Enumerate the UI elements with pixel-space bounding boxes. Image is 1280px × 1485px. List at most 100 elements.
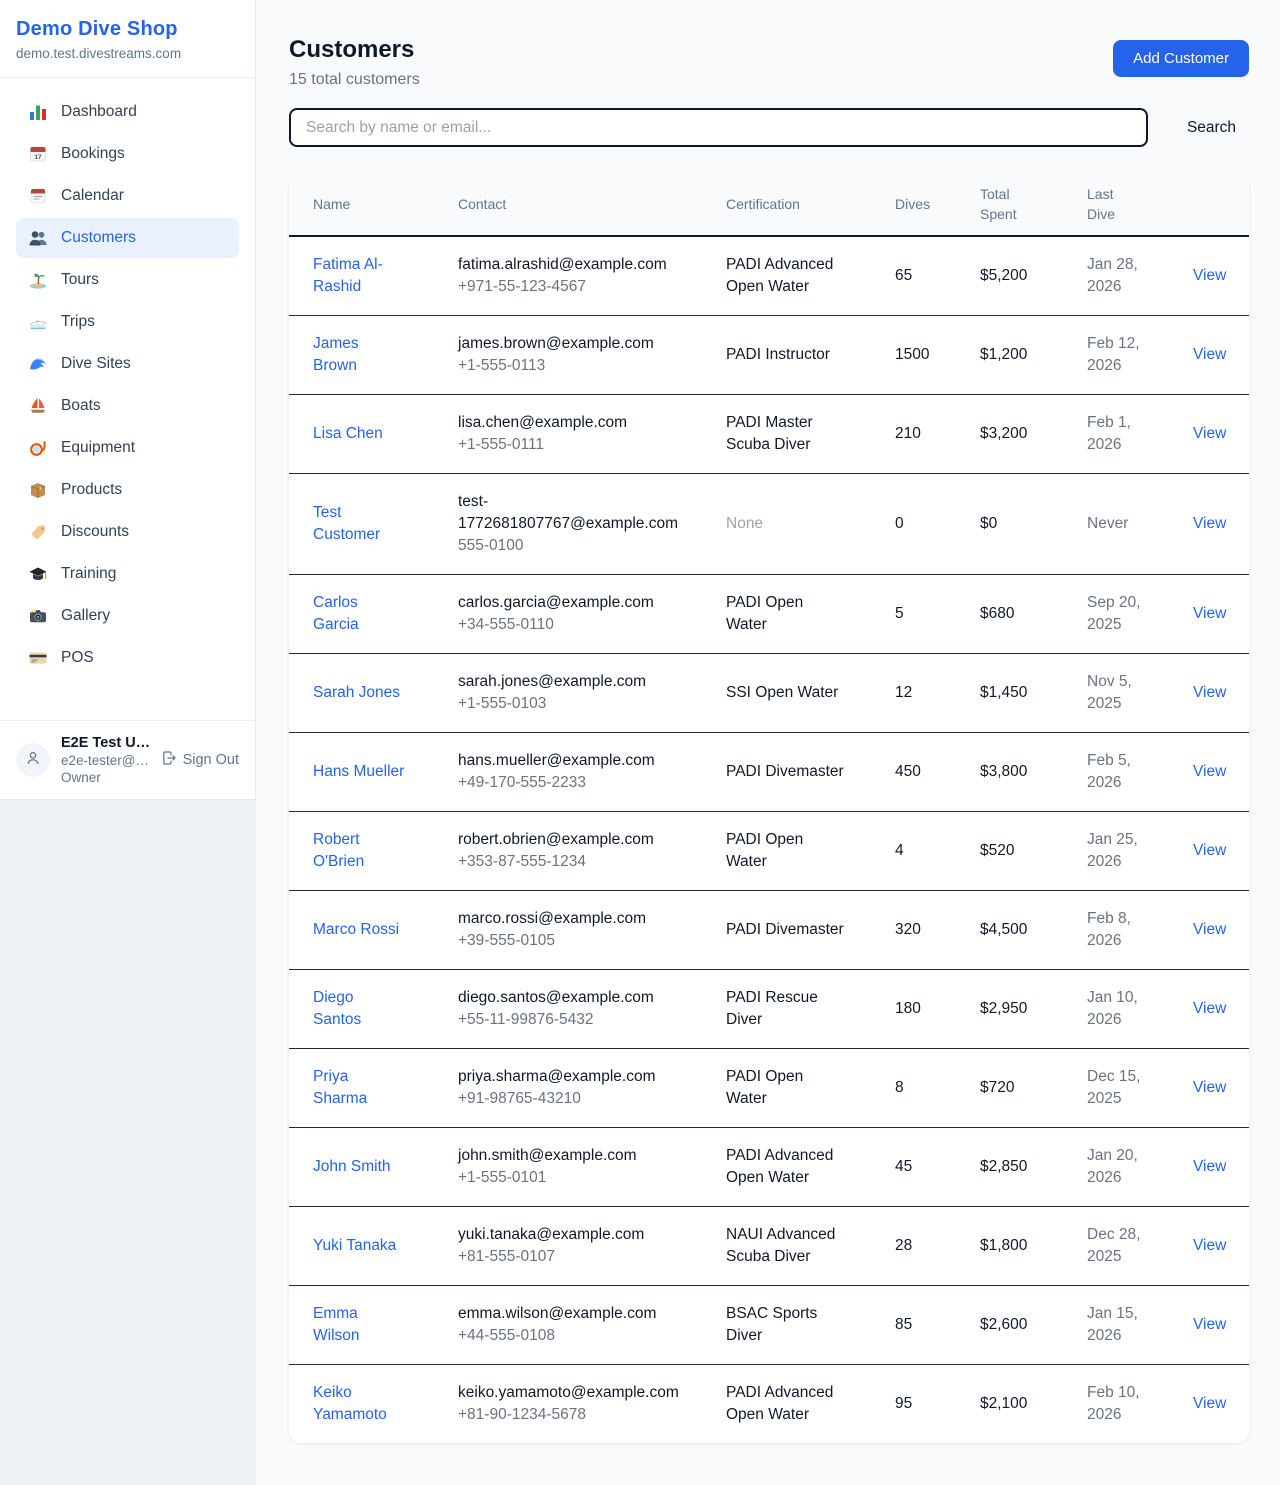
- customer-name-link[interactable]: Keiko Yamamoto: [313, 1384, 387, 1423]
- customer-name-link[interactable]: Emma Wilson: [313, 1305, 360, 1344]
- view-customer-link[interactable]: View: [1193, 515, 1226, 532]
- customer-last-dive: Jan 15, 2026: [1075, 1286, 1181, 1365]
- people-icon: [28, 228, 48, 248]
- customer-last-dive: Feb 1, 2026: [1075, 395, 1181, 474]
- user-info: E2E Test U… e2e-tester@… Owner: [61, 735, 150, 785]
- customer-name-link[interactable]: Marco Rossi: [313, 921, 399, 938]
- search-input[interactable]: [289, 108, 1148, 147]
- customer-name-link[interactable]: Lisa Chen: [313, 425, 383, 442]
- sidebar-item-dive-sites[interactable]: Dive Sites: [16, 344, 239, 384]
- customers-table-card: NameContactCertificationDivesTotal Spent…: [289, 173, 1249, 1443]
- sidebar-item-label: Gallery: [61, 607, 110, 625]
- sidebar-item-gallery[interactable]: Gallery: [16, 596, 239, 636]
- sidebar-item-label: Customers: [61, 229, 136, 247]
- table-row: Fatima Al-Rashid fatima.alrashid@example…: [289, 236, 1249, 316]
- customer-email: priya.sharma@example.com: [458, 1066, 704, 1088]
- customer-phone: +353-87-555-1234: [458, 851, 704, 873]
- customer-name-link[interactable]: Carlos Garcia: [313, 594, 359, 633]
- sidebar-item-label: POS: [61, 649, 94, 667]
- view-customer-link[interactable]: View: [1193, 763, 1226, 780]
- person-icon: [24, 749, 42, 772]
- calendar-date-icon: 17: [28, 144, 48, 164]
- sign-out-label: Sign Out: [183, 752, 239, 768]
- sidebar-item-trips[interactable]: Trips: [16, 302, 239, 342]
- customer-name-link[interactable]: Hans Mueller: [313, 763, 404, 780]
- view-customer-link[interactable]: View: [1193, 1237, 1226, 1254]
- sidebar-nav: Dashboard 17 Bookings Calendar Customers…: [0, 78, 255, 720]
- customer-last-dive: Jan 28, 2026: [1075, 236, 1181, 316]
- sidebar-item-label: Dive Sites: [61, 355, 131, 373]
- customer-phone: +91-98765-43210: [458, 1088, 704, 1110]
- customer-phone: +44-555-0108: [458, 1325, 704, 1347]
- customer-phone: +81-90-1234-5678: [458, 1404, 704, 1426]
- sidebar-item-label: Tours: [61, 271, 99, 289]
- table-row: Diego Santos diego.santos@example.com +5…: [289, 970, 1249, 1049]
- customer-certification: SSI Open Water: [726, 684, 838, 701]
- customer-name-link[interactable]: Test Customer: [313, 504, 380, 543]
- sidebar-item-tours[interactable]: Tours: [16, 260, 239, 300]
- customer-email: carlos.garcia@example.com: [458, 592, 704, 614]
- customer-name-link[interactable]: Yuki Tanaka: [313, 1237, 396, 1254]
- sidebar-item-boats[interactable]: Boats: [16, 386, 239, 426]
- customer-name-link[interactable]: Diego Santos: [313, 989, 361, 1028]
- customer-name-link[interactable]: James Brown: [313, 335, 359, 374]
- graduation-cap-icon: [28, 564, 48, 584]
- customer-name-link[interactable]: Sarah Jones: [313, 684, 400, 701]
- customer-certification: PADI Open Water: [726, 594, 803, 633]
- customer-name-link[interactable]: Robert O'Brien: [313, 831, 364, 870]
- customer-last-dive: Dec 15, 2025: [1075, 1049, 1181, 1128]
- sidebar-item-calendar[interactable]: Calendar: [16, 176, 239, 216]
- camera-icon: [28, 606, 48, 626]
- customers-table: NameContactCertificationDivesTotal Spent…: [289, 173, 1249, 1443]
- sidebar-item-dashboard[interactable]: Dashboard: [16, 92, 239, 132]
- sidebar-item-label: Training: [61, 565, 116, 583]
- sidebar-item-training[interactable]: Training: [16, 554, 239, 594]
- customer-name-link[interactable]: Fatima Al-Rashid: [313, 256, 383, 295]
- customer-total-spent: $2,600: [968, 1286, 1075, 1365]
- search-button[interactable]: Search: [1174, 111, 1249, 145]
- view-customer-link[interactable]: View: [1193, 425, 1226, 442]
- sidebar-item-label: Equipment: [61, 439, 135, 457]
- customer-last-dive: Jan 25, 2026: [1075, 812, 1181, 891]
- view-customer-link[interactable]: View: [1193, 1079, 1226, 1096]
- customer-name-link[interactable]: John Smith: [313, 1158, 391, 1175]
- sailboat-icon: [28, 396, 48, 416]
- customer-last-dive: Feb 5, 2026: [1075, 733, 1181, 812]
- customer-phone: +81-555-0107: [458, 1246, 704, 1268]
- add-customer-button[interactable]: Add Customer: [1113, 40, 1249, 77]
- customer-total-spent: $2,850: [968, 1128, 1075, 1207]
- calendar-pad-icon: [28, 186, 48, 206]
- view-customer-link[interactable]: View: [1193, 605, 1226, 622]
- view-customer-link[interactable]: View: [1193, 1158, 1226, 1175]
- customer-last-dive: Feb 8, 2026: [1075, 891, 1181, 970]
- view-customer-link[interactable]: View: [1193, 921, 1226, 938]
- customer-total-spent: $1,450: [968, 654, 1075, 733]
- main-content: Customers 15 total customers Add Custome…: [256, 0, 1280, 1485]
- customer-total-spent: $2,100: [968, 1365, 1075, 1444]
- table-row: James Brown james.brown@example.com +1-5…: [289, 316, 1249, 395]
- view-customer-link[interactable]: View: [1193, 267, 1226, 284]
- view-customer-link[interactable]: View: [1193, 1316, 1226, 1333]
- view-customer-link[interactable]: View: [1193, 346, 1226, 363]
- sidebar-item-discounts[interactable]: Discounts: [16, 512, 239, 552]
- customer-name-link[interactable]: Priya Sharma: [313, 1068, 367, 1107]
- customer-total-spent: $720: [968, 1049, 1075, 1128]
- sidebar-item-customers[interactable]: Customers: [16, 218, 239, 258]
- table-row: John Smith john.smith@example.com +1-555…: [289, 1128, 1249, 1207]
- sidebar-item-products[interactable]: Products: [16, 470, 239, 510]
- customer-certification: BSAC Sports Diver: [726, 1305, 817, 1344]
- column-header: Last Dive: [1075, 173, 1181, 236]
- sidebar-item-equipment[interactable]: Equipment: [16, 428, 239, 468]
- view-customer-link[interactable]: View: [1193, 842, 1226, 859]
- customer-dives: 28: [883, 1207, 968, 1286]
- sign-out-button[interactable]: Sign Out: [161, 750, 239, 770]
- sidebar-item-pos[interactable]: POS: [16, 638, 239, 678]
- sidebar-footer: E2E Test U… e2e-tester@… Owner Sign Out: [0, 720, 255, 799]
- sidebar-item-bookings[interactable]: 17 Bookings: [16, 134, 239, 174]
- view-customer-link[interactable]: View: [1193, 1000, 1226, 1017]
- view-customer-link[interactable]: View: [1193, 684, 1226, 701]
- view-customer-link[interactable]: View: [1193, 1395, 1226, 1412]
- customer-dives: 5: [883, 575, 968, 654]
- customer-last-dive: Feb 12, 2026: [1075, 316, 1181, 395]
- page-title: Customers: [289, 36, 420, 64]
